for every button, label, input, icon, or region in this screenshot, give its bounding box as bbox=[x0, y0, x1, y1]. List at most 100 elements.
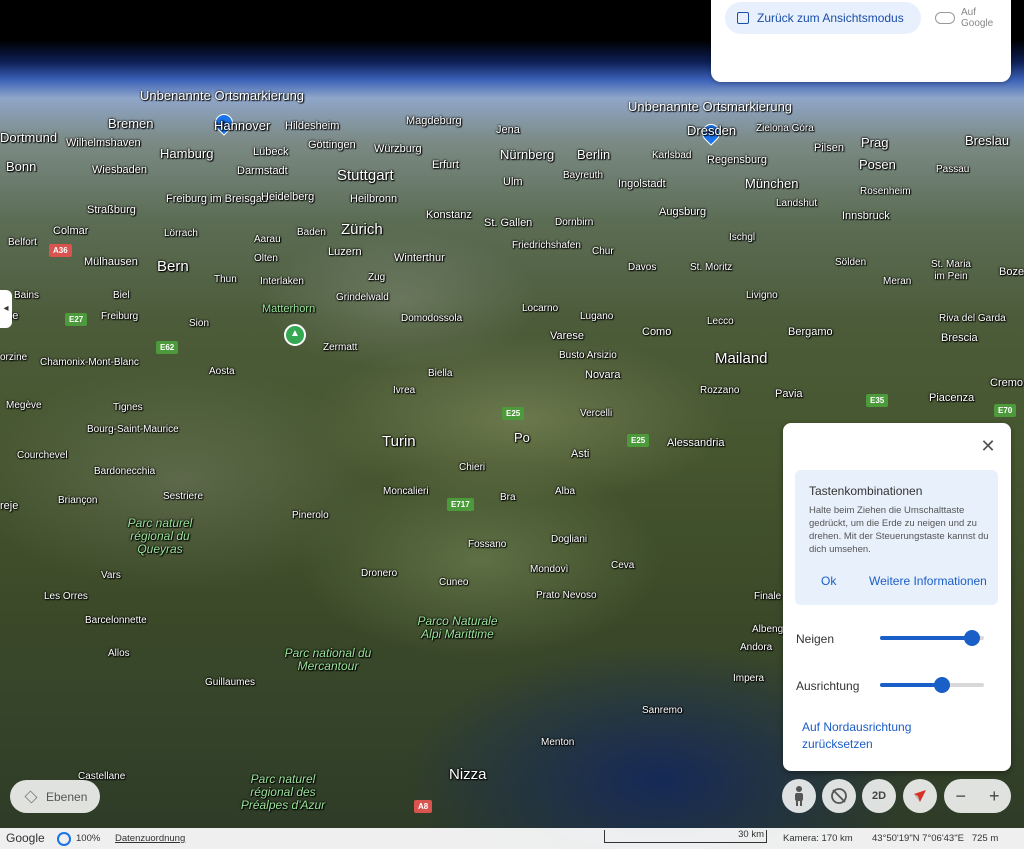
tilt-slider-knob[interactable] bbox=[963, 630, 980, 646]
road-shield: E25 bbox=[627, 434, 650, 447]
place-label: St. Moritz bbox=[690, 262, 733, 273]
place-label: Erfurt bbox=[432, 159, 459, 171]
place-label: Locarno bbox=[522, 303, 559, 314]
place-label: Dortmund bbox=[0, 130, 58, 145]
place-label: Aarau bbox=[254, 234, 281, 245]
place-label: Interlaken bbox=[260, 276, 304, 287]
heading-slider[interactable] bbox=[880, 677, 984, 693]
place-label: Ulm bbox=[503, 176, 523, 188]
place-label: Lörrach bbox=[164, 228, 198, 239]
place-label: Tignes bbox=[113, 402, 143, 413]
pegman-icon[interactable] bbox=[782, 779, 816, 813]
close-icon[interactable]: ✕ bbox=[979, 437, 997, 455]
place-label: Zug bbox=[368, 272, 386, 283]
place-label: Konstanz bbox=[426, 209, 472, 221]
reset-north-link[interactable]: Auf Nordausrichtung zurücksetzen bbox=[802, 719, 932, 753]
place-label: Asti bbox=[571, 448, 590, 460]
place-label: Lübeck bbox=[253, 146, 289, 158]
google-logo: Google bbox=[6, 831, 45, 845]
road-shield: A8 bbox=[414, 800, 433, 813]
place-label: Mailand bbox=[715, 350, 768, 367]
zoom-out-button[interactable]: − bbox=[944, 779, 978, 813]
place-label: Davos bbox=[628, 262, 657, 273]
heading-slider-fill bbox=[880, 683, 943, 687]
place-label: Po bbox=[514, 430, 530, 445]
zoom-controls: − + bbox=[944, 779, 1011, 813]
ok-button[interactable]: Ok bbox=[821, 574, 836, 588]
place-label: Turin bbox=[382, 433, 416, 450]
zoom-in-button[interactable]: + bbox=[978, 779, 1012, 813]
place-label: Olten bbox=[254, 253, 278, 264]
place-label: Domodossola bbox=[401, 313, 463, 324]
place-label: Landshut bbox=[776, 198, 818, 209]
layers-icon bbox=[24, 790, 38, 803]
place-label: Luzern bbox=[328, 246, 362, 258]
place-label: Sestriere bbox=[163, 491, 204, 502]
place-label: Cremo bbox=[990, 377, 1024, 389]
tilt-label: Neigen bbox=[796, 632, 835, 646]
compass-icon[interactable] bbox=[903, 779, 937, 813]
place-label: Augsburg bbox=[659, 206, 707, 218]
place-label: Heidelberg bbox=[261, 191, 315, 203]
place-label: Andora bbox=[740, 642, 773, 653]
placemark-label: Unbenannte Ortsmarkierung bbox=[628, 99, 793, 114]
place-label: Grindelwald bbox=[336, 292, 389, 303]
layers-button[interactable]: Ebenen bbox=[10, 780, 100, 813]
place-label: Rosenheim bbox=[860, 186, 911, 197]
place-label: Dresden bbox=[687, 123, 737, 138]
place-label: Les Orres bbox=[44, 591, 88, 602]
place-label: München bbox=[745, 176, 799, 191]
place-label: Bra bbox=[500, 492, 516, 503]
place-label: Freiburg im Breisgau bbox=[166, 193, 269, 205]
place-label: Livigno bbox=[746, 290, 778, 301]
place-label: Bremen bbox=[108, 116, 154, 131]
place-label: Zermatt bbox=[323, 342, 358, 353]
park-label: Parc naturel régional des Préalpes d'Azu… bbox=[240, 772, 326, 812]
tilt-slider-fill bbox=[880, 636, 972, 640]
place-label: Ceva bbox=[611, 560, 635, 571]
place-label: Varese bbox=[550, 330, 585, 342]
chevron-left-icon[interactable]: ◂ bbox=[0, 290, 12, 328]
place-label: Dogliani bbox=[551, 534, 588, 545]
place-label: Alba bbox=[555, 486, 576, 497]
tilt-slider[interactable] bbox=[880, 630, 984, 646]
tips-title: Tastenkombinationen bbox=[809, 484, 923, 498]
place-label: Moncalieri bbox=[383, 486, 429, 497]
place-label: Karlsbad bbox=[652, 150, 692, 161]
attribution-link[interactable]: Datenzuordnung bbox=[115, 833, 185, 844]
layers-label: Ebenen bbox=[46, 789, 88, 804]
place-label: Hannover bbox=[214, 118, 271, 133]
park-label: Parco Naturale Alpi Marittime bbox=[417, 614, 498, 641]
place-label: orzine bbox=[0, 352, 28, 363]
place-label: Chieri bbox=[459, 462, 486, 473]
place-label: Aosta bbox=[209, 366, 235, 377]
place-label: Briançon bbox=[58, 495, 98, 506]
place-label: Ischgl bbox=[729, 232, 756, 243]
place-label: Dornbirn bbox=[555, 217, 594, 228]
place-label: Boze bbox=[999, 266, 1024, 278]
place-label: Busto Arsizio bbox=[559, 350, 617, 361]
top-card: Zurück zum Ansichtsmodus Auf Google bbox=[711, 0, 1011, 82]
place-label: Brescia bbox=[941, 332, 978, 344]
coordinates: 43°50'19"N 7°06'43"E 725 m bbox=[872, 833, 999, 844]
place-label: St. Gallen bbox=[484, 217, 533, 229]
place-label: Finale bbox=[754, 591, 782, 602]
toggle-2d-button[interactable]: 2D bbox=[862, 779, 896, 813]
back-to-view-mode-button[interactable]: Zurück zum Ansichtsmodus bbox=[725, 2, 921, 34]
place-label: Regensburg bbox=[707, 154, 767, 166]
place-label: Guillaumes bbox=[205, 677, 256, 688]
more-info-link[interactable]: Weitere Informationen bbox=[869, 574, 987, 588]
place-label: Colmar bbox=[53, 225, 89, 237]
place-label: Baden bbox=[297, 227, 326, 238]
status-bar: Google 100% Datenzuordnung 30 km Kamera:… bbox=[0, 828, 1024, 849]
place-label: Bern bbox=[157, 258, 189, 275]
place-label: Belfort bbox=[8, 237, 37, 248]
place-label: Winterthur bbox=[394, 252, 445, 264]
place-label: Chamonix-Mont-Blanc bbox=[40, 357, 139, 368]
road-shield: E35 bbox=[866, 394, 889, 407]
place-label: Berlin bbox=[577, 147, 611, 162]
rotate-icon[interactable] bbox=[822, 779, 856, 813]
mountain-icon[interactable]: ▲ bbox=[284, 324, 306, 346]
heading-slider-knob[interactable] bbox=[934, 677, 951, 693]
scale-label: 30 km bbox=[738, 829, 764, 840]
